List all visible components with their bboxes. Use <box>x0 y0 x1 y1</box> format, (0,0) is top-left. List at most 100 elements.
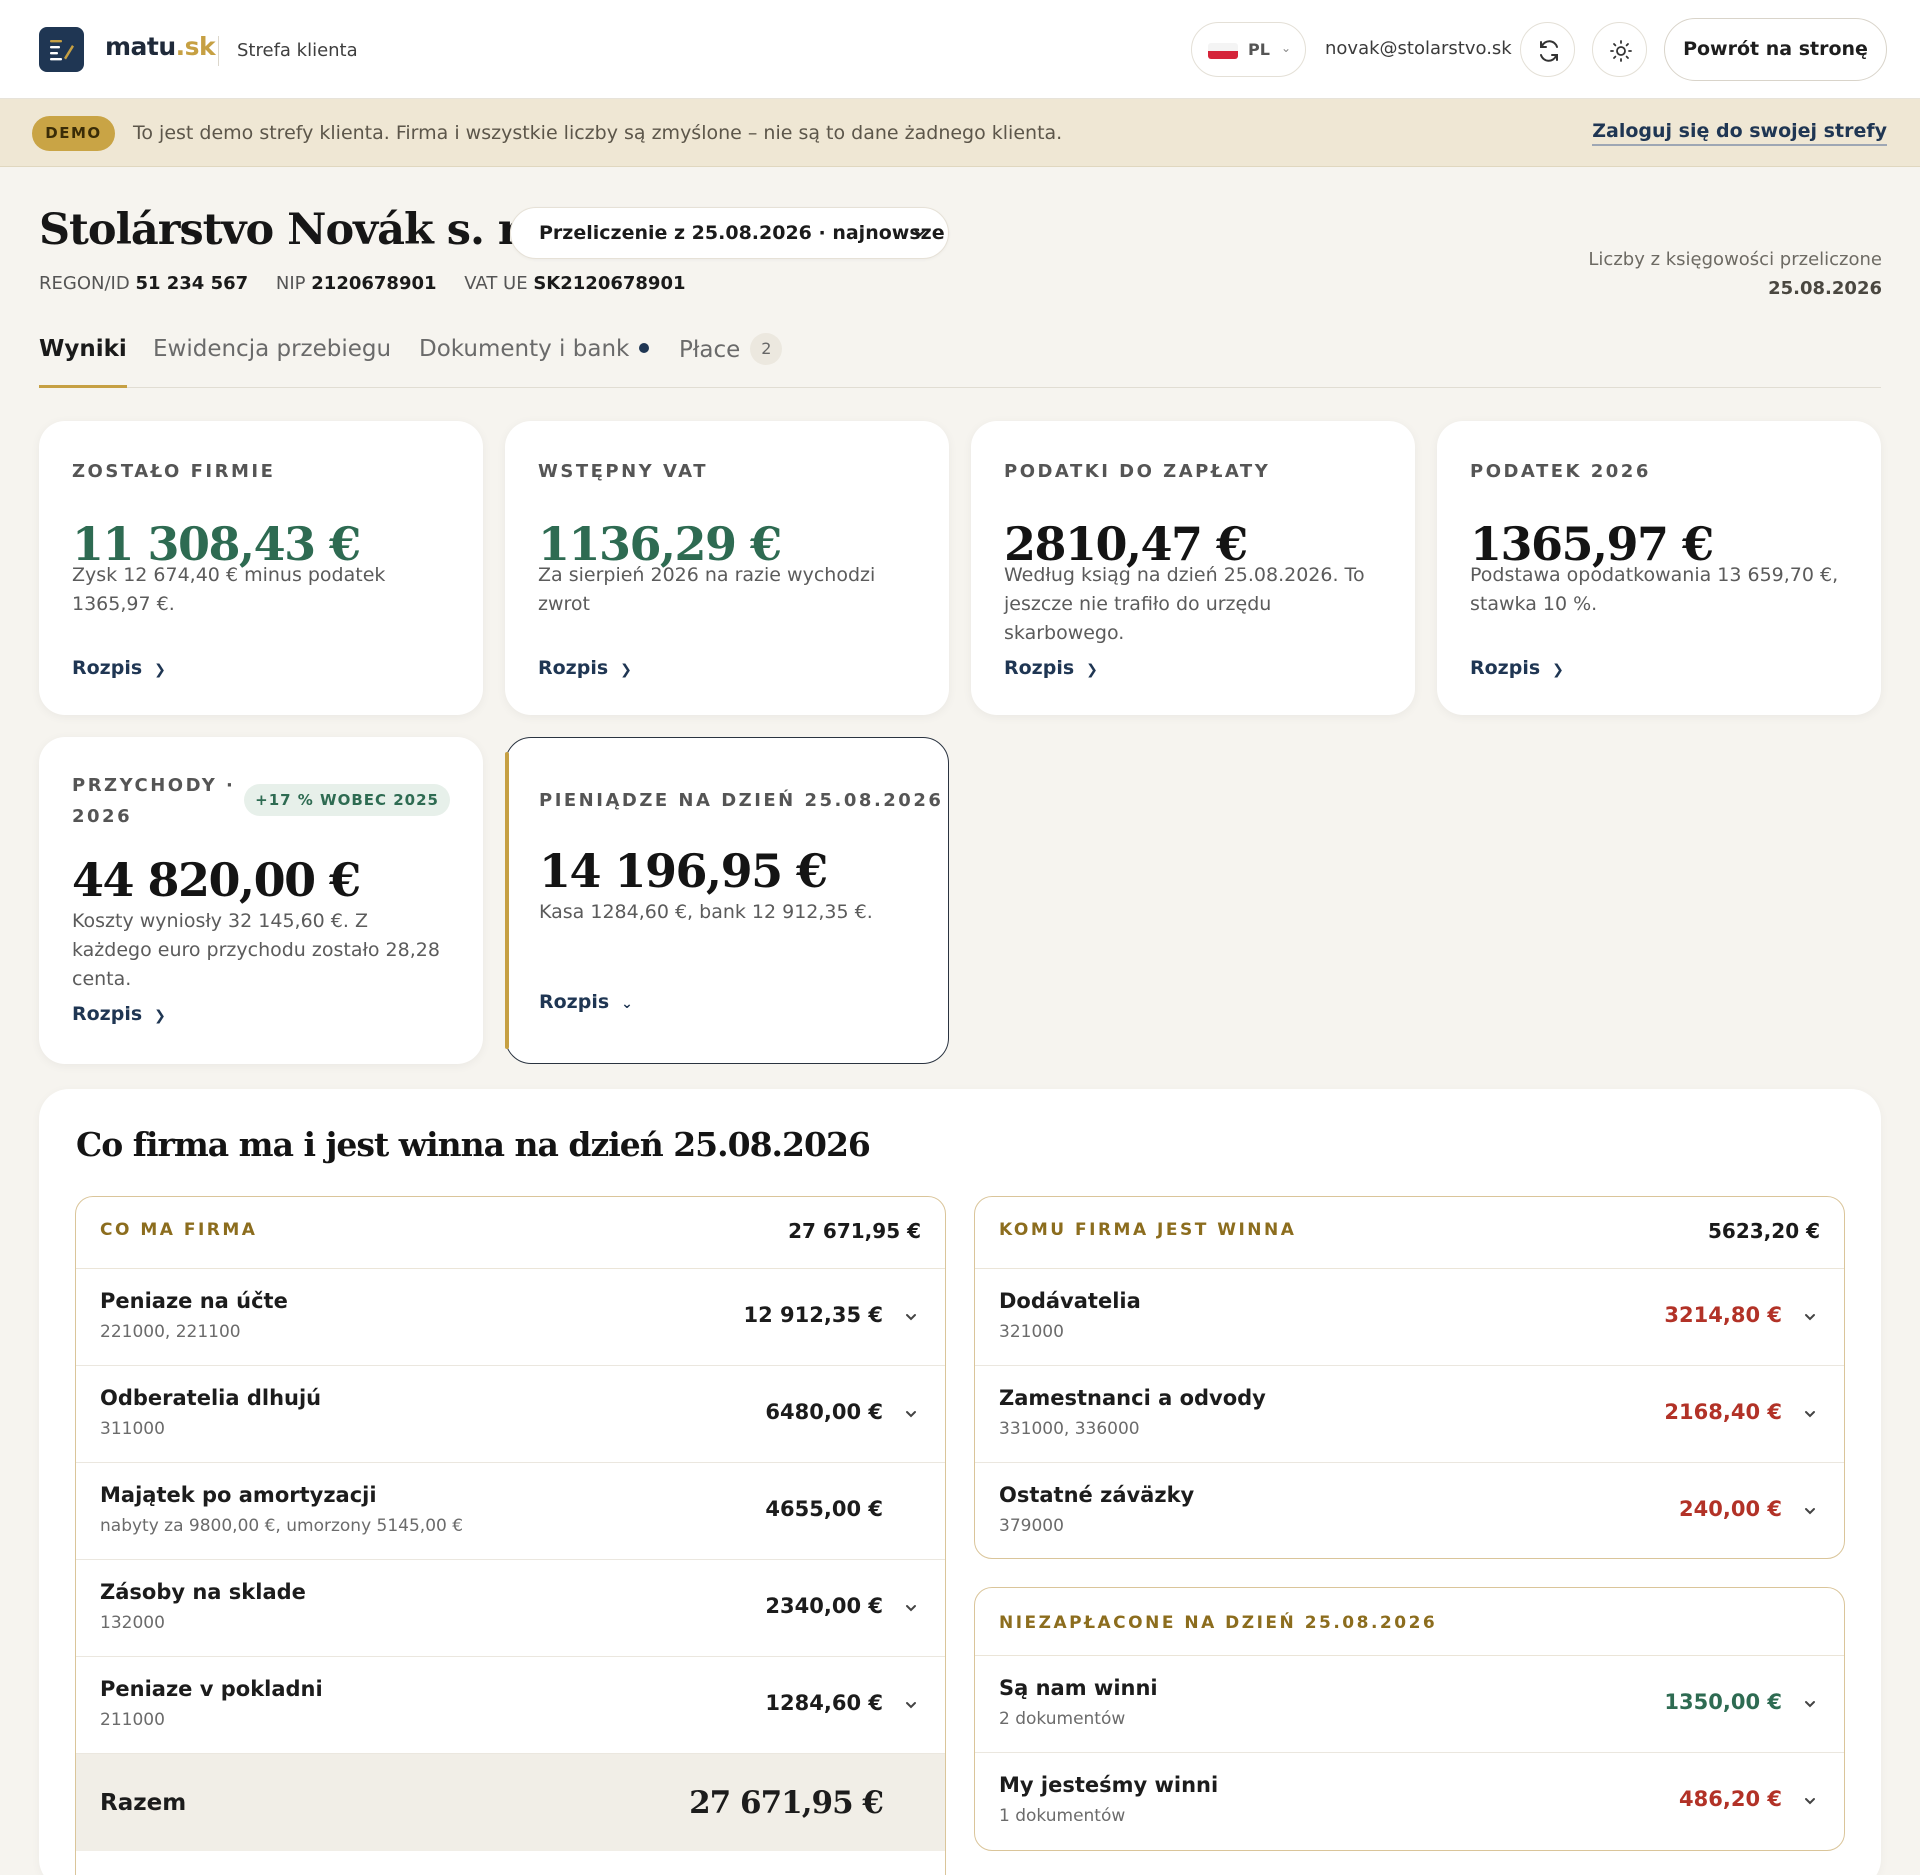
growth-badge: +17 % WOBEC 2025 <box>244 784 450 816</box>
unpaid-table: NIEZAPŁACONE NA DZIEŃ 25.08.2026 Są nam … <box>974 1587 1845 1851</box>
breakdown-link[interactable]: Rozpis ❯ <box>72 657 166 679</box>
tab-documents-bank[interactable]: Dokumenty i bank <box>419 336 650 388</box>
card-value: 44 820,00 € <box>72 853 361 907</box>
nip-value: 2120678901 <box>311 273 437 294</box>
assets-total: 27 671,95 € <box>788 1219 921 1243</box>
chevron-down-icon <box>906 1605 916 1612</box>
card-label: PODATKI DO ZAPŁATY <box>1004 461 1271 482</box>
unpaid-row[interactable]: Są nam winni 2 dokumentów 1350,00 € <box>975 1656 1844 1753</box>
refresh-icon <box>1540 40 1558 62</box>
chevron-down-icon <box>1805 1701 1815 1708</box>
vat-label: VAT UE <box>464 273 528 294</box>
unpaid-row[interactable]: My jesteśmy winni 1 dokumentów 486,20 € <box>975 1753 1844 1850</box>
sum-label: Razem <box>100 1790 187 1816</box>
card-revenue-2026: PRZYCHODY · 2026 +17 % WOBEC 2025 44 820… <box>39 737 483 1064</box>
liabilities-header: KOMU FIRMA JEST WINNA 5623,20 € <box>975 1197 1844 1269</box>
logo-icon[interactable] <box>39 27 84 72</box>
sum-value: 27 671,95 € <box>689 1785 884 1821</box>
card-description: Podstawa opodatkowania 13 659,70 €, staw… <box>1470 564 1839 615</box>
card-description: Za sierpień 2026 na razie wychodzi zwrot <box>538 564 876 615</box>
breakdown-toggle[interactable]: Rozpis ⌄ <box>539 991 633 1013</box>
card-label: ZOSTAŁO FIRMIE <box>72 461 276 482</box>
tab-bar: Wyniki Ewidencja przebiegu Dokumenty i b… <box>39 333 1881 388</box>
demo-notice-text: To jest demo strefy klienta. Firma i wsz… <box>133 122 1063 144</box>
assets-header: CO MA FIRMA 27 671,95 € <box>76 1197 945 1269</box>
breakdown-link[interactable]: Rozpis ❯ <box>1004 657 1098 679</box>
chevron-down-icon <box>1805 1314 1815 1321</box>
brand-name[interactable]: matu.sk <box>105 32 216 61</box>
zone-label: Strefa klienta <box>237 40 358 61</box>
chevron-right-icon: ❯ <box>154 1008 166 1024</box>
regon-label: REGON/ID <box>39 273 130 294</box>
asset-row[interactable]: Peniaze v pokladni 211000 1284,60 € <box>76 1657 945 1754</box>
liability-row[interactable]: Zamestnanci a odvody 331000, 336000 2168… <box>975 1366 1844 1463</box>
card-description: Kasa 1284,60 €, bank 12 912,35 €. <box>539 901 873 923</box>
card-tax-2026: PODATEK 2026 1365,97 € Podstawa opodatko… <box>1437 421 1881 715</box>
tab-count-badge: 2 <box>750 333 783 365</box>
tab-results[interactable]: Wyniki <box>39 336 127 388</box>
brand-divider <box>218 36 219 66</box>
unpaid-header: NIEZAPŁACONE NA DZIEŃ 25.08.2026 <box>975 1588 1844 1656</box>
assets-table: CO MA FIRMA 27 671,95 € Peniaze na účte … <box>75 1196 946 1875</box>
chevron-down-icon: ⌄ <box>621 996 633 1012</box>
breakdown-link[interactable]: Rozpis ❯ <box>72 1003 166 1025</box>
highlight-bar <box>505 752 509 1049</box>
assets-sum-row: Razem 27 671,95 € <box>76 1754 945 1851</box>
card-preliminary-vat: WSTĘPNY VAT 1136,29 € Za sierpień 2026 n… <box>505 421 949 715</box>
breakdown-link[interactable]: Rozpis ❯ <box>1470 657 1564 679</box>
unpaid-label: NIEZAPŁACONE NA DZIEŃ 25.08.2026 <box>999 1613 1438 1633</box>
tab-payroll[interactable]: Płace 2 <box>679 333 783 388</box>
company-identifiers: REGON/ID 51 234 567 NIP 2120678901 VAT U… <box>39 273 708 294</box>
sun-icon <box>1610 40 1632 62</box>
assets-label: CO MA FIRMA <box>100 1220 258 1240</box>
chevron-down-icon <box>1805 1411 1815 1418</box>
recalculation-select[interactable]: Przeliczenie z 25.08.2026 · najnowsze <box>510 207 949 259</box>
login-link[interactable]: Zaloguj się do swojej strefy <box>1592 120 1887 146</box>
recalculation-note-text: Liczby z księgowości przeliczone <box>1588 249 1882 270</box>
chevron-down-icon <box>906 1411 916 1418</box>
company-name: Stolárstvo Novák s. r. o. <box>39 205 585 255</box>
back-to-site-button[interactable]: Powrót na stronę <box>1664 18 1887 81</box>
chevron-down-icon <box>1805 1798 1815 1805</box>
chevron-down-icon <box>906 1702 916 1709</box>
top-bar: matu.sk Strefa klienta PL ⌄ novak@stolar… <box>0 0 1920 99</box>
chevron-down-icon <box>906 1314 916 1321</box>
card-description: Według ksiąg na dzień 25.08.2026. To jes… <box>1004 564 1365 644</box>
asset-row[interactable]: Zásoby na sklade 132000 2340,00 € <box>76 1560 945 1657</box>
language-select[interactable]: PL ⌄ <box>1191 22 1306 77</box>
regon-value: 51 234 567 <box>135 273 249 294</box>
chevron-right-icon: ❯ <box>1552 662 1564 678</box>
balance-panel: Co firma ma i jest winna na dzień 25.08.… <box>39 1089 1881 1875</box>
theme-toggle-button[interactable] <box>1592 22 1647 77</box>
poland-flag-icon <box>1208 43 1238 59</box>
chevron-down-icon <box>1805 1508 1815 1515</box>
liability-row[interactable]: Ostatné záväzky 379000 240,00 € <box>975 1463 1844 1558</box>
card-label: PODATEK 2026 <box>1470 461 1651 482</box>
recalculation-note-date: 25.08.2026 <box>1768 278 1882 299</box>
recalculation-value: Przeliczenie z 25.08.2026 · najnowsze <box>539 222 945 244</box>
language-code: PL <box>1248 40 1270 59</box>
chevron-down-icon: ⌄ <box>1281 41 1292 55</box>
balance-title: Co firma ma i jest winna na dzień 25.08.… <box>76 1125 871 1164</box>
card-cash-on-date: PIENIĄDZE NA DZIEŃ 25.08.2026 14 196,95 … <box>505 737 949 1064</box>
liabilities-total: 5623,20 € <box>1708 1219 1820 1243</box>
liabilities-table: KOMU FIRMA JEST WINNA 5623,20 € Dodávate… <box>974 1196 1845 1559</box>
chevron-right-icon: ❯ <box>1086 662 1098 678</box>
card-taxes-due: PODATKI DO ZAPŁATY 2810,47 € Według ksią… <box>971 421 1415 715</box>
asset-row[interactable]: Peniaze na účte 221000, 221100 12 912,35… <box>76 1269 945 1366</box>
user-email: novak@stolarstvo.sk <box>1325 38 1512 59</box>
card-company-remaining: ZOSTAŁO FIRMIE 11 308,43 € Zysk 12 674,4… <box>39 421 483 715</box>
card-value: 14 196,95 € <box>539 844 828 898</box>
refresh-button[interactable] <box>1520 22 1575 77</box>
recalculation-note: Liczby z księgowości przeliczone 25.08.2… <box>1588 245 1882 303</box>
liability-row[interactable]: Dodávatelia 321000 3214,80 € <box>975 1269 1844 1366</box>
demo-banner: DEMO To jest demo strefy klienta. Firma … <box>0 99 1920 167</box>
asset-row[interactable]: Odberatelia dlhujú 311000 6480,00 € <box>76 1366 945 1463</box>
breakdown-link[interactable]: Rozpis ❯ <box>538 657 632 679</box>
tab-mileage[interactable]: Ewidencja przebiegu <box>153 336 391 388</box>
card-label: PIENIĄDZE NA DZIEŃ 25.08.2026 <box>539 790 944 811</box>
asset-row: Majątek po amortyzacji nabyty za 9800,00… <box>76 1463 945 1560</box>
chevron-right-icon: ❯ <box>154 662 166 678</box>
chevron-down-icon <box>913 228 927 237</box>
vat-value: SK2120678901 <box>533 273 686 294</box>
